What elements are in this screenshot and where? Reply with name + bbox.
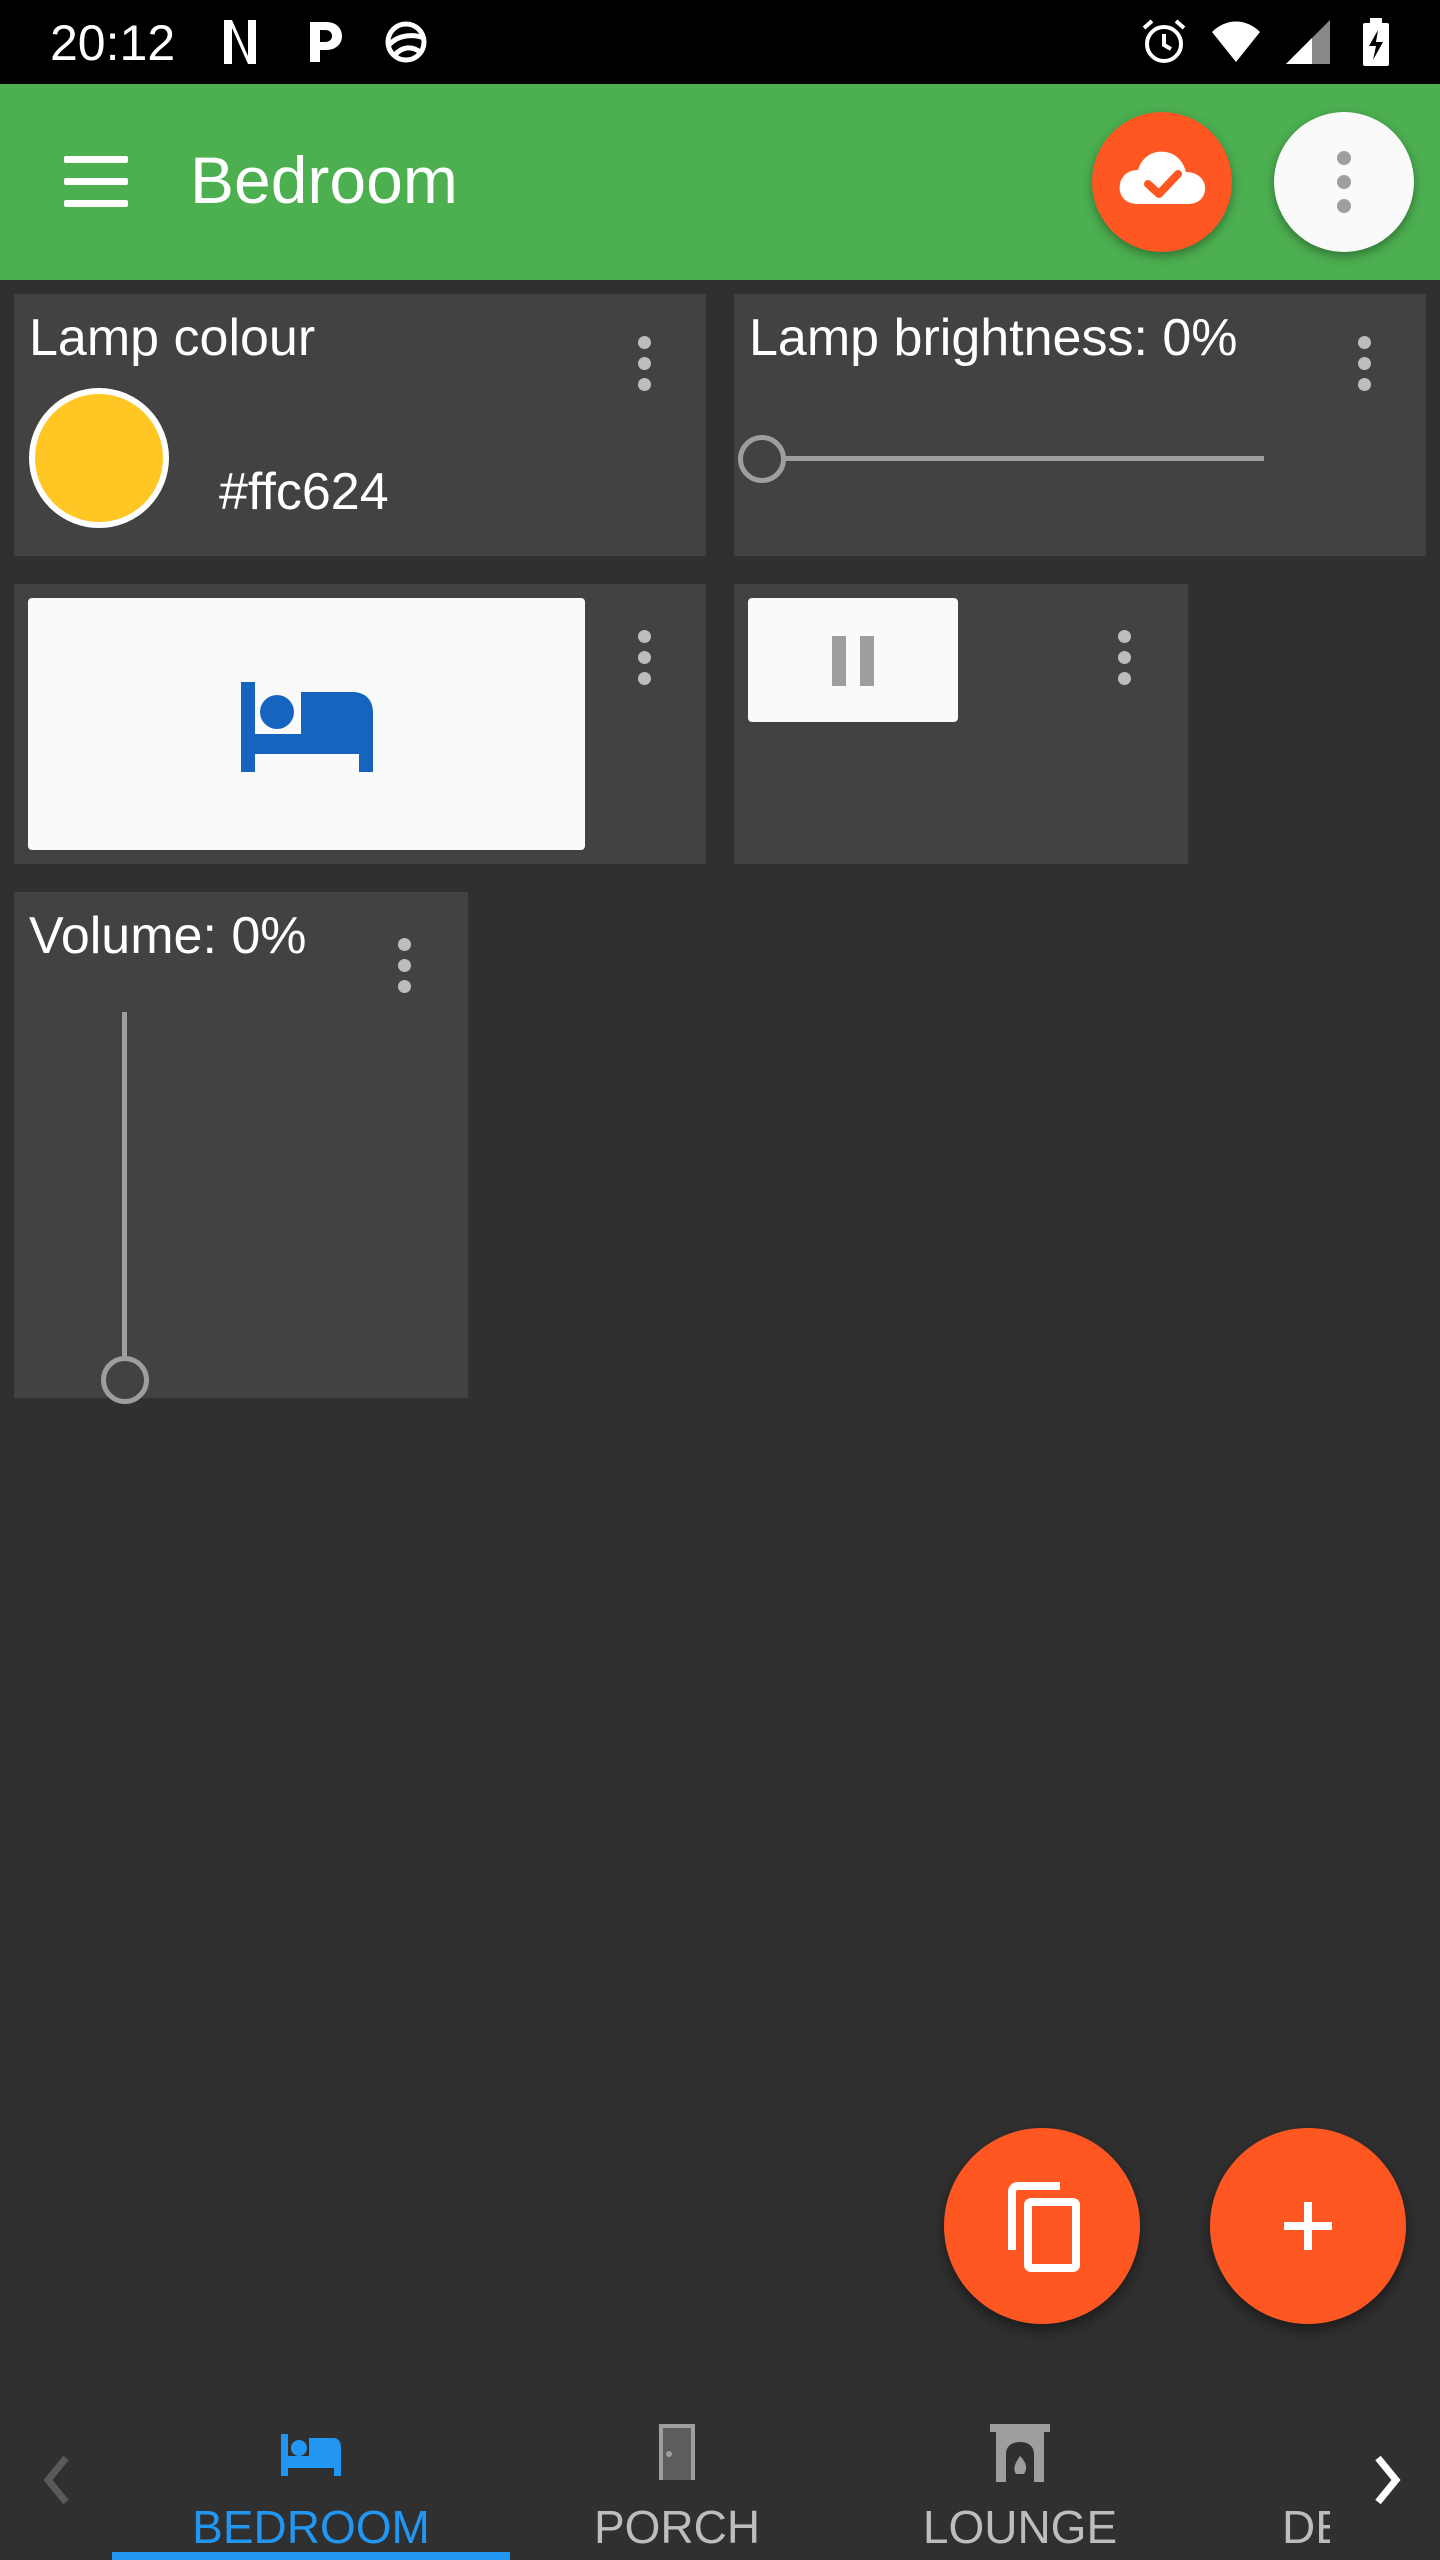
pause-icon: [832, 636, 874, 686]
bed-icon: [281, 2434, 341, 2476]
menu-icon[interactable]: [56, 146, 136, 218]
netflix-icon: [224, 20, 256, 64]
status-bar: 20:12: [0, 0, 1440, 84]
pause-button[interactable]: [748, 598, 958, 722]
tab-partial[interactable]: DE: [1270, 2400, 1330, 2560]
lamp-colour-card: Lamp colour #ffc624: [14, 294, 706, 556]
bed-icon: [241, 682, 373, 772]
volume-slider-track[interactable]: [122, 1012, 127, 1387]
add-button[interactable]: [1210, 2128, 1406, 2324]
tab-label-bedroom: BEDROOM: [192, 2501, 430, 2553]
lamp-brightness-card: Lamp brightness: 0%: [734, 294, 1426, 556]
battery-charging-icon: [1363, 18, 1389, 66]
tab-porch[interactable]: PORCH: [540, 2400, 814, 2560]
brightness-slider-track[interactable]: [764, 456, 1264, 461]
tab-indicator: [112, 2552, 510, 2560]
tab-label-partial: DE: [1282, 2501, 1330, 2553]
add-icon: [1284, 2202, 1332, 2250]
status-time: 20:12: [50, 15, 176, 71]
cloud-sync-button[interactable]: [1092, 112, 1232, 252]
signal-icon: [1286, 20, 1330, 64]
colour-swatch[interactable]: [29, 388, 169, 528]
sync-icon: [385, 21, 427, 63]
pause-card: [734, 584, 1188, 864]
lamp-brightness-title: Lamp brightness: 0%: [749, 309, 1238, 367]
scene-more-icon[interactable]: [624, 630, 664, 710]
volume-title: Volume: 0%: [29, 907, 307, 965]
wifi-icon: [1212, 21, 1260, 62]
overflow-menu-button[interactable]: [1274, 112, 1414, 252]
brightness-slider-thumb[interactable]: [738, 435, 786, 483]
scene-card: [14, 584, 706, 864]
tab-bedroom[interactable]: BEDROOM: [112, 2400, 510, 2560]
volume-card: Volume: 0%: [14, 892, 468, 1404]
more-vert-icon: [1337, 151, 1351, 213]
tab-label-lounge: LOUNGE: [922, 2501, 1118, 2553]
lamp-brightness-more-icon[interactable]: [1344, 336, 1384, 416]
alarm-icon: [1142, 19, 1186, 63]
cloud-done-icon: [1119, 151, 1206, 204]
scene-button[interactable]: [28, 598, 585, 850]
chevron-right-icon[interactable]: [1358, 2440, 1418, 2520]
tab-label-porch: PORCH: [593, 2501, 761, 2553]
page-title: Bedroom: [190, 143, 458, 217]
tab-lounge[interactable]: LOUNGE: [880, 2400, 1160, 2560]
colour-hex-value: #ffc624: [219, 463, 389, 521]
lamp-colour-more-icon[interactable]: [624, 336, 664, 416]
fireplace-icon: [990, 2424, 1050, 2482]
volume-more-icon[interactable]: [384, 938, 424, 1018]
door-icon: [659, 2424, 695, 2480]
app-bar: Bedroom: [0, 84, 1440, 280]
copy-icon: [1008, 2182, 1080, 2272]
lamp-colour-title: Lamp colour: [29, 309, 316, 367]
copy-button[interactable]: [944, 2128, 1140, 2324]
tab-bar: BEDROOM PORCH LOUNGE DE: [0, 2400, 1440, 2560]
volume-slider-thumb[interactable]: [101, 1356, 149, 1404]
chevron-left-icon[interactable]: [26, 2440, 86, 2520]
pandora-icon: [310, 22, 342, 62]
pause-more-icon[interactable]: [1104, 630, 1144, 710]
